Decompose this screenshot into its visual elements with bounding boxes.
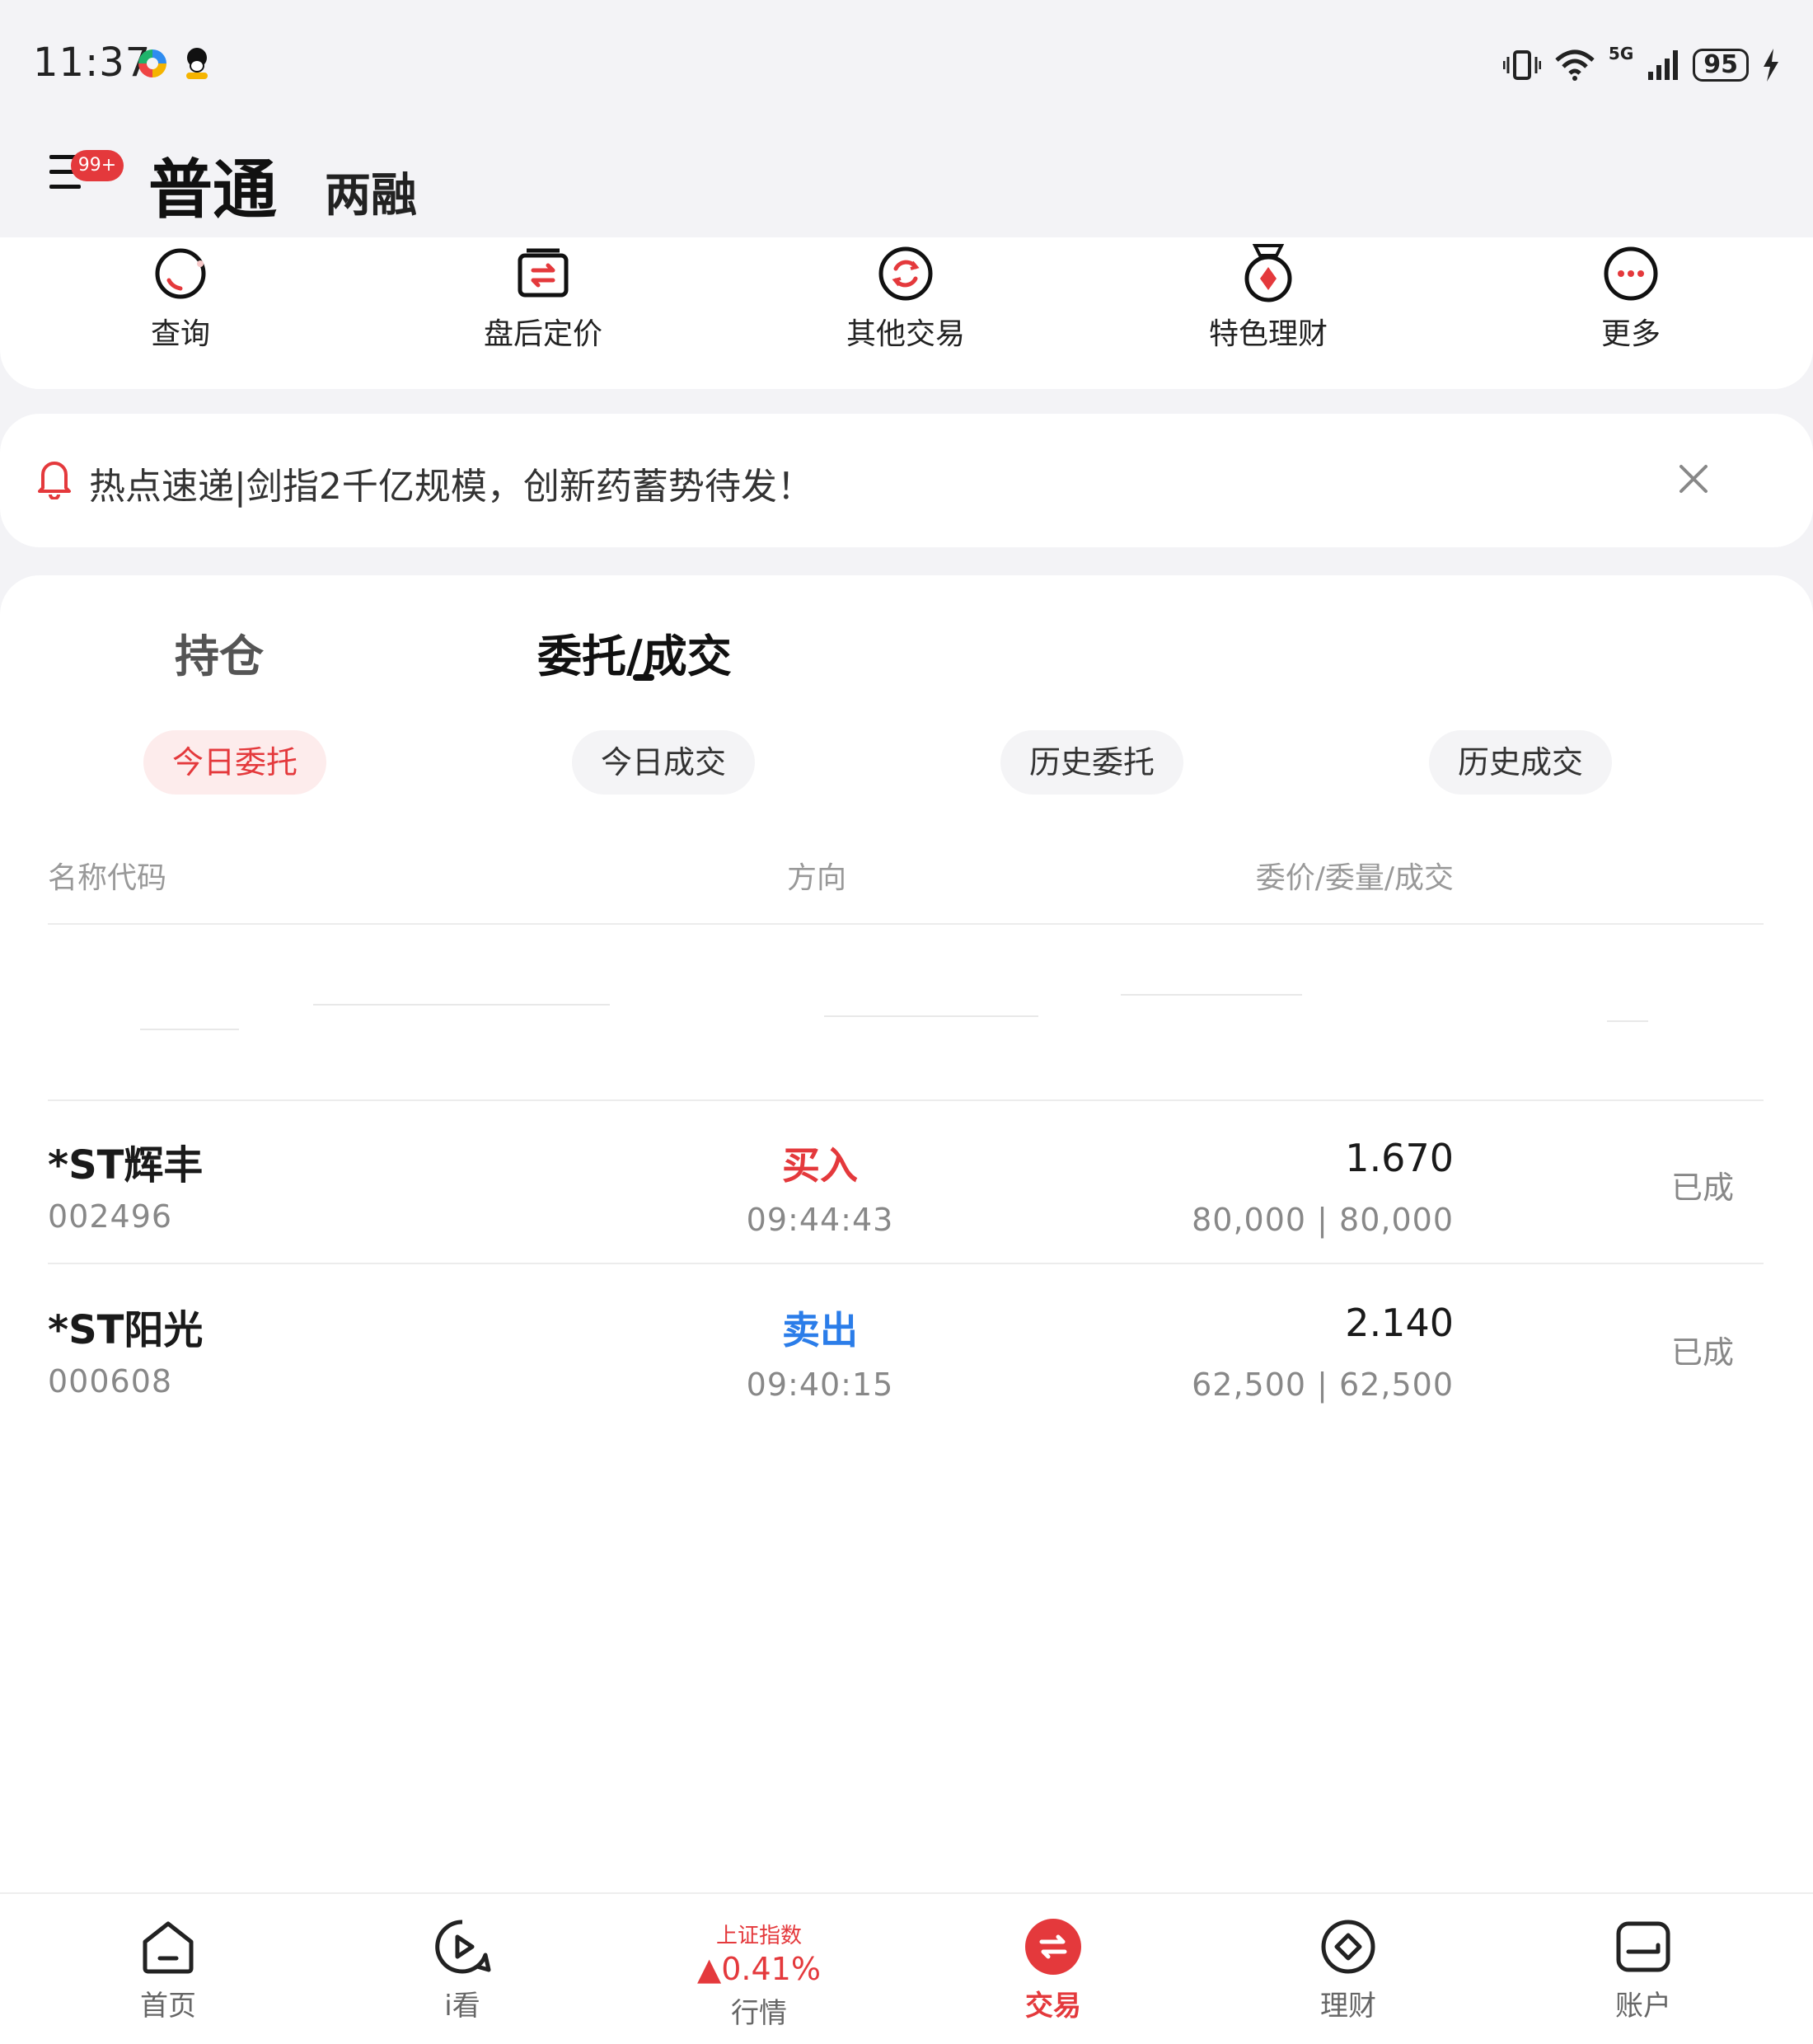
- index-name: 上证指数: [715, 1924, 802, 1948]
- header-divider: [48, 923, 1764, 925]
- tab-normal[interactable]: 普通: [148, 138, 277, 231]
- nav-trade[interactable]: 交易: [963, 1894, 1144, 2044]
- nav-account[interactable]: 账户: [1553, 1894, 1734, 2044]
- medal-icon: [1244, 244, 1292, 302]
- order-quantity: 62,500 | 62,500: [1192, 1367, 1454, 1403]
- order-time: 09:44:43: [746, 1202, 894, 1238]
- column-header-name: 名称代码: [48, 861, 167, 895]
- active-tab-indicator: [633, 674, 654, 681]
- nav-home[interactable]: 首页: [77, 1894, 259, 2044]
- column-header-direction: 方向: [787, 861, 847, 895]
- status-bar: 11:37 5G 95: [0, 0, 1813, 132]
- filter-history-deals[interactable]: 历史成交: [1429, 730, 1612, 795]
- bottom-nav: 首页 i看 上证指数 ▲0.41% 行情 交易 理财 账户: [0, 1892, 1813, 2044]
- faded-artifact: [140, 1029, 239, 1030]
- trade-icon: [1025, 1919, 1081, 1975]
- faded-artifact: [1121, 994, 1302, 996]
- nav-label: 理财: [1320, 1990, 1376, 2023]
- account-icon: [1616, 1921, 1670, 1972]
- nav-label: 交易: [1025, 1990, 1081, 2023]
- wealth-icon: [1321, 1920, 1375, 1974]
- filter-today-deals[interactable]: 今日成交: [572, 730, 755, 795]
- order-status: 已成: [1670, 1334, 1734, 1371]
- stock-code: 002496: [48, 1198, 173, 1235]
- quick-action-after-hours[interactable]: 盘后定价: [452, 237, 634, 389]
- refresh-icon: [878, 246, 933, 301]
- close-icon[interactable]: [1671, 457, 1716, 501]
- order-direction: 买入: [782, 1143, 858, 1188]
- quick-action-other-trade[interactable]: 其他交易: [815, 237, 996, 389]
- home-icon: [143, 1921, 194, 1974]
- search-icon: [155, 248, 206, 299]
- quick-action-label: 盘后定价: [483, 317, 602, 351]
- vibrate-icon: [1502, 50, 1541, 80]
- nav-label: 行情: [731, 1997, 787, 2030]
- trade-page: 11:37 5G 95 99+ 普通 两融 查询 盘后定价 其他交易 特色理财 …: [0, 0, 1813, 2044]
- status-indicators: 5G 95: [1502, 44, 1780, 86]
- news-notice-bar[interactable]: 热点速递|剑指2千亿规模，创新药蓄势待发！: [0, 414, 1813, 547]
- quick-action-query[interactable]: 查询: [90, 237, 271, 389]
- nav-label: 账户: [1615, 1990, 1671, 2023]
- play-icon: [435, 1920, 491, 1974]
- status-time: 11:37: [33, 40, 152, 86]
- stock-name: *ST辉丰: [48, 1142, 204, 1188]
- charging-icon: [1764, 49, 1778, 82]
- quick-actions-card: 查询 盘后定价 其他交易 特色理财 更多: [0, 237, 1813, 389]
- quick-action-label: 更多: [1600, 317, 1661, 351]
- signal-bars-icon: [1648, 50, 1679, 80]
- transfer-icon: [518, 248, 569, 298]
- browser-app-icon: [138, 49, 166, 77]
- quick-action-more[interactable]: 更多: [1540, 237, 1722, 389]
- nav-watch[interactable]: i看: [372, 1894, 553, 2044]
- notice-text: 热点速递|剑指2千亿规模，创新药蓄势待发！: [89, 466, 813, 508]
- more-icon: [1604, 246, 1658, 301]
- order-status: 已成: [1670, 1170, 1734, 1206]
- row-divider: [48, 1263, 1764, 1264]
- filter-today-orders[interactable]: 今日委托: [143, 730, 326, 795]
- nav-label: 首页: [140, 1990, 196, 2023]
- notification-badge: 99+: [71, 150, 124, 181]
- order-price: 2.140: [1345, 1301, 1454, 1345]
- order-direction: 卖出: [782, 1308, 858, 1353]
- column-header-price: 委价/委量/成交: [1255, 861, 1454, 895]
- stock-code: 000608: [48, 1363, 173, 1399]
- nav-wealth[interactable]: 理财: [1258, 1894, 1439, 2044]
- signal-icon: 5G: [1608, 44, 1634, 63]
- order-price: 1.670: [1345, 1136, 1454, 1180]
- stock-name: *ST阳光: [48, 1307, 204, 1353]
- faded-artifact: [313, 1004, 610, 1006]
- nav-market[interactable]: 上证指数 ▲0.41% 行情: [668, 1894, 850, 2044]
- tab-holdings[interactable]: 持仓: [175, 620, 264, 685]
- tab-margin[interactable]: 两融: [325, 158, 417, 225]
- quick-action-wealth[interactable]: 特色理财: [1178, 237, 1359, 389]
- qq-app-icon: [185, 48, 209, 79]
- bell-icon: [38, 462, 71, 499]
- wifi-icon: [1555, 49, 1595, 81]
- order-time: 09:40:15: [746, 1367, 894, 1403]
- row-divider: [48, 1099, 1764, 1101]
- orders-card: 持仓 委托/成交 今日委托 今日成交 历史委托 历史成交 名称代码 方向 委价/…: [0, 575, 1813, 1892]
- faded-artifact: [1607, 1020, 1648, 1022]
- faded-artifact: [824, 1015, 1038, 1017]
- filter-history-orders[interactable]: 历史委托: [1000, 730, 1183, 795]
- battery-indicator: 95: [1693, 49, 1749, 82]
- order-quantity: 80,000 | 80,000: [1192, 1202, 1454, 1238]
- nav-label: i看: [444, 1990, 480, 2023]
- quick-action-label: 特色理财: [1208, 317, 1328, 351]
- index-change: ▲0.41%: [697, 1951, 821, 1987]
- quick-action-label: 其他交易: [846, 317, 965, 351]
- quick-action-label: 查询: [150, 317, 210, 351]
